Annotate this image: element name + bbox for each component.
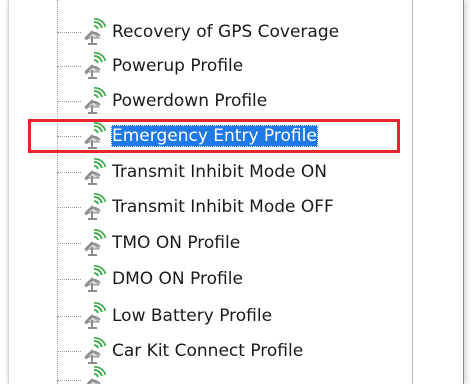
gps-profile-icon bbox=[81, 366, 107, 384]
tree-item[interactable]: DMO ON Profile bbox=[57, 262, 457, 296]
tree-item[interactable]: Recovery of GPS Coverage bbox=[57, 15, 457, 49]
tree-connector bbox=[57, 135, 81, 137]
tree-item-label: Emergency Entry Profile bbox=[111, 125, 318, 147]
tree-item-label: Transmit Inhibit Mode OFF bbox=[112, 197, 334, 217]
gps-profile-icon bbox=[81, 52, 107, 80]
tree-item-label: Powerdown Profile bbox=[112, 91, 268, 111]
gps-profile-icon bbox=[81, 18, 107, 46]
tree-connector bbox=[57, 315, 81, 317]
tree-item[interactable]: Powerup Profile bbox=[57, 49, 457, 83]
gps-profile-icon bbox=[81, 87, 107, 115]
gps-profile-icon bbox=[81, 193, 107, 221]
tree-connector bbox=[57, 171, 81, 173]
gps-profile-icon bbox=[81, 122, 107, 150]
gps-profile-icon bbox=[81, 302, 107, 330]
tree-item-partial[interactable] bbox=[57, 366, 457, 384]
gps-profile-icon bbox=[81, 158, 107, 186]
tree-connector bbox=[57, 31, 81, 33]
tree-item[interactable]: Transmit Inhibit Mode ON bbox=[57, 155, 457, 189]
tree-item-label: Recovery of GPS Coverage bbox=[112, 22, 340, 42]
tree-item-label: Low Battery Profile bbox=[112, 306, 273, 326]
profile-tree-panel: Recovery of GPS Coverage Powerup Profile… bbox=[8, 0, 464, 384]
tree-item[interactable]: Low Battery Profile bbox=[57, 299, 457, 333]
tree-connector bbox=[57, 100, 81, 102]
tree-item[interactable]: Transmit Inhibit Mode OFF bbox=[57, 190, 457, 224]
tree-item-label: Powerup Profile bbox=[112, 56, 244, 76]
tree-connector bbox=[57, 242, 81, 244]
tree-item-label: DMO ON Profile bbox=[112, 269, 243, 289]
tree-connector bbox=[57, 206, 81, 208]
tree-item-label: Car Kit Connect Profile bbox=[112, 341, 304, 361]
tree-connector bbox=[57, 350, 81, 352]
tree-item[interactable]: Car Kit Connect Profile bbox=[57, 334, 457, 368]
tree-connector bbox=[57, 379, 81, 381]
tree-item-label: Transmit Inhibit Mode ON bbox=[112, 162, 327, 182]
tree-item-selected[interactable]: Emergency Entry Profile bbox=[57, 119, 457, 153]
tree-item[interactable]: Powerdown Profile bbox=[57, 84, 457, 118]
tree-connector bbox=[57, 65, 81, 67]
tree-item[interactable]: TMO ON Profile bbox=[57, 226, 457, 260]
gps-profile-icon bbox=[81, 229, 107, 257]
gps-profile-icon bbox=[81, 337, 107, 365]
gps-profile-icon bbox=[81, 265, 107, 293]
tree-item-label: TMO ON Profile bbox=[112, 233, 241, 253]
tree-connector bbox=[57, 278, 81, 280]
